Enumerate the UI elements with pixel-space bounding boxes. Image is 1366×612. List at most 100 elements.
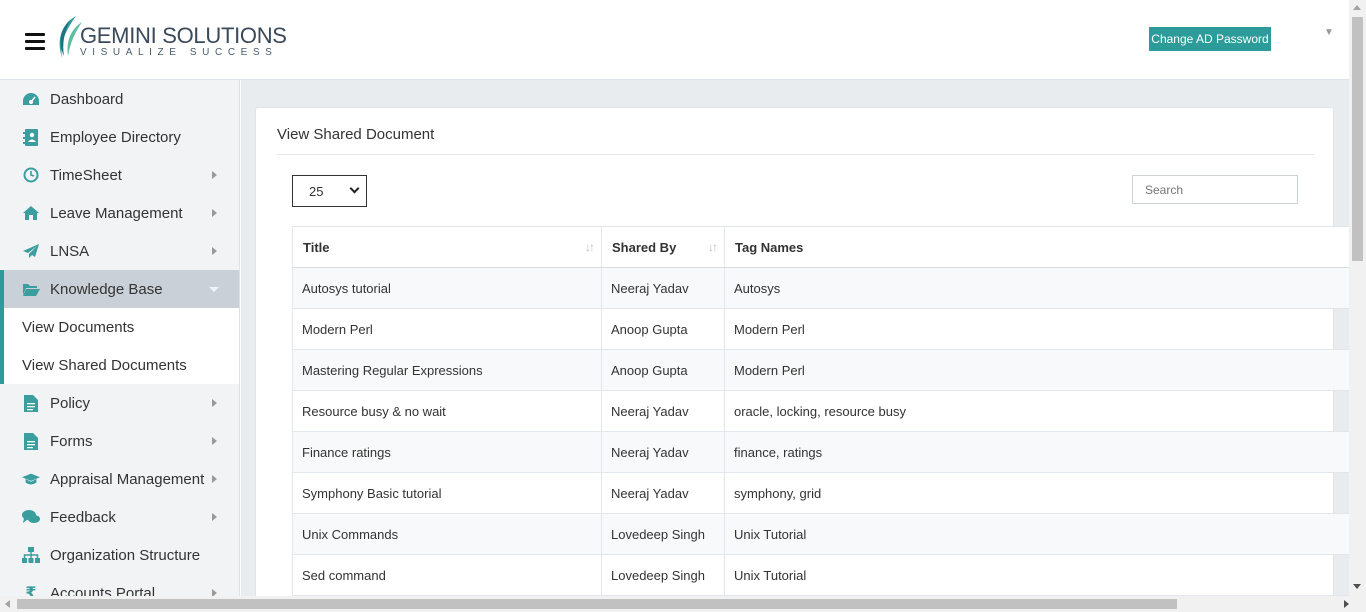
cell-shared-by: Anoop Gupta <box>602 350 725 390</box>
sidebar-item-forms[interactable]: Forms <box>0 422 239 460</box>
sort-icon[interactable]: ↓↑ <box>585 240 595 254</box>
top-header: GEMINI SOLUTIONS VISUALIZE SUCCESS Chang… <box>0 0 1349 80</box>
user-menu-caret-icon[interactable]: ▼ <box>1324 27 1336 39</box>
sidebar-item-accounts-portal[interactable]: ₹ Accounts Portal <box>0 574 239 596</box>
sidebar-item-label: LNSA <box>50 242 90 260</box>
sidebar-item-label: Knowledge Base <box>50 280 163 298</box>
sort-icon[interactable]: ↓↑ <box>708 240 718 254</box>
cell-title[interactable]: Sed command <box>292 555 602 595</box>
sidebar-item-leave-management[interactable]: Leave Management <box>0 194 239 232</box>
sidebar-item-organization-structure[interactable]: Organization Structure <box>0 536 239 574</box>
column-header-title[interactable]: Title ↓↑ <box>292 227 602 267</box>
cell-tag-names: symphony, grid <box>734 485 822 501</box>
expand-arrow-icon <box>212 399 217 407</box>
scroll-left-arrow-icon[interactable] <box>5 600 10 608</box>
cell-title[interactable]: Unix Commands <box>292 514 602 554</box>
shared-documents-card: View Shared Document 25 Title ↓↑ Shared … <box>255 107 1349 596</box>
table-row[interactable]: Symphony Basic tutorial Neeraj Yadav sym… <box>292 473 1349 514</box>
cell-title[interactable]: Modern Perl <box>292 309 602 349</box>
cell-tag-names: Autosys <box>734 280 781 296</box>
expand-arrow-icon <box>212 437 217 445</box>
change-ad-password-button[interactable]: Change AD Password <box>1149 27 1271 51</box>
sidebar-subitem-view-documents[interactable]: View Documents <box>0 308 239 346</box>
table-row[interactable]: Finance ratings Neeraj Yadav finance, ra… <box>292 432 1349 473</box>
file-text-icon <box>22 432 40 450</box>
cell-tag-names: Unix Tutorial <box>734 526 807 542</box>
expand-arrow-icon <box>212 589 217 596</box>
sitemap-icon <box>22 546 40 564</box>
sidebar-item-dashboard[interactable]: Dashboard <box>0 80 239 118</box>
table-row[interactable]: Unix Commands Lovedeep Singh Unix Tutori… <box>292 514 1349 555</box>
sidebar-item-label: Forms <box>50 432 93 450</box>
clock-icon <box>22 166 40 184</box>
cell-tag-names: finance, ratings <box>734 444 823 460</box>
expand-arrow-icon <box>212 513 217 521</box>
folder-open-icon <box>22 280 40 298</box>
sidebar-item-label: Leave Management <box>50 204 183 222</box>
sidebar-item-label: Feedback <box>50 508 116 526</box>
sidebar-item-label: Policy <box>50 394 91 412</box>
table-row[interactable]: Sed command Lovedeep Singh Unix Tutorial <box>292 555 1349 596</box>
cell-tag-names: Unix Tutorial <box>734 567 807 583</box>
expand-arrow-icon <box>212 247 217 255</box>
sidebar-item-policy[interactable]: Policy <box>0 384 239 422</box>
column-header-tag-names[interactable]: Tag Names <box>725 227 1349 267</box>
cell-tag-names: Modern Perl <box>734 362 805 378</box>
scroll-right-arrow-icon[interactable] <box>1344 600 1349 608</box>
cell-title[interactable]: Finance ratings <box>292 432 602 472</box>
page-size-select[interactable]: 25 <box>292 175 367 207</box>
hamburger-menu-icon[interactable] <box>25 33 45 51</box>
sidebar-item-timesheet[interactable]: TimeSheet <box>0 156 239 194</box>
search-input[interactable] <box>1132 175 1298 204</box>
expand-arrow-icon <box>212 209 217 217</box>
cell-title[interactable]: Symphony Basic tutorial <box>292 473 602 513</box>
page-title: View Shared Document <box>277 126 435 143</box>
table-row[interactable]: Modern Perl Anoop Gupta Modern Perl <box>292 309 1349 350</box>
cell-shared-by: Anoop Gupta <box>602 309 725 349</box>
scroll-up-arrow-icon[interactable] <box>1353 5 1361 10</box>
sidebar-item-employee-directory[interactable]: Employee Directory <box>0 118 239 156</box>
cell-title[interactable]: Resource busy & no wait <box>292 391 602 431</box>
table-header-row: Title ↓↑ Shared By ↓↑ Tag Names <box>292 227 1349 268</box>
cell-shared-by: Lovedeep Singh <box>602 514 725 554</box>
cell-shared-by: Neeraj Yadav <box>602 473 725 513</box>
cell-tag-names: Modern Perl <box>734 321 805 337</box>
home-icon <box>22 204 40 222</box>
brand-tagline: VISUALIZE SUCCESS <box>80 47 278 58</box>
page-size-value: 25 <box>309 183 324 199</box>
sidebar-item-lnsa[interactable]: LNSA <box>0 232 239 270</box>
sidebar-subitem-view-shared-documents[interactable]: View Shared Documents <box>0 346 239 384</box>
vertical-scrollbar[interactable] <box>1349 0 1366 596</box>
documents-table: Title ↓↑ Shared By ↓↑ Tag Names Autosys … <box>292 226 1349 596</box>
table-row[interactable]: Mastering Regular Expressions Anoop Gupt… <box>292 350 1349 391</box>
company-logo[interactable]: GEMINI SOLUTIONS VISUALIZE SUCCESS <box>54 14 287 62</box>
sidebar-item-label: Organization Structure <box>50 546 201 564</box>
column-header-label: Shared By <box>612 239 677 255</box>
sidebar-item-label: TimeSheet <box>50 166 122 184</box>
expand-arrow-icon <box>212 171 217 179</box>
chevron-down-icon <box>349 183 360 194</box>
sidebar-item-label: Employee Directory <box>50 128 181 146</box>
cell-title[interactable]: Mastering Regular Expressions <box>292 350 602 390</box>
table-row[interactable]: Resource busy & no wait Neeraj Yadav ora… <box>292 391 1349 432</box>
sidebar-item-appraisal-management[interactable]: Appraisal Management <box>0 460 239 498</box>
table-row[interactable]: Autosys tutorial Neeraj Yadav Autosys <box>292 268 1349 309</box>
cell-title[interactable]: Autosys tutorial <box>292 268 602 308</box>
comments-icon <box>22 508 40 526</box>
cell-shared-by: Lovedeep Singh <box>602 555 725 595</box>
scroll-down-arrow-icon[interactable] <box>1353 584 1361 589</box>
sidebar-item-knowledge-base[interactable]: Knowledge Base <box>0 270 239 308</box>
cell-shared-by: Neeraj Yadav <box>602 268 725 308</box>
column-header-shared-by[interactable]: Shared By ↓↑ <box>602 227 725 267</box>
sidebar: Dashboard Employee Directory TimeSheet L… <box>0 80 240 596</box>
scrollbar-thumb[interactable] <box>1352 17 1363 261</box>
sidebar-item-label: Accounts Portal <box>50 584 156 597</box>
horizontal-scrollbar[interactable] <box>0 596 1366 612</box>
rupee-icon: ₹ <box>25 585 37 596</box>
expand-arrow-icon <box>212 475 217 483</box>
cell-shared-by: Neeraj Yadav <box>602 432 725 472</box>
directory-icon <box>22 128 40 146</box>
file-icon <box>22 394 40 412</box>
scrollbar-thumb[interactable] <box>17 599 1177 609</box>
sidebar-item-feedback[interactable]: Feedback <box>0 498 239 536</box>
